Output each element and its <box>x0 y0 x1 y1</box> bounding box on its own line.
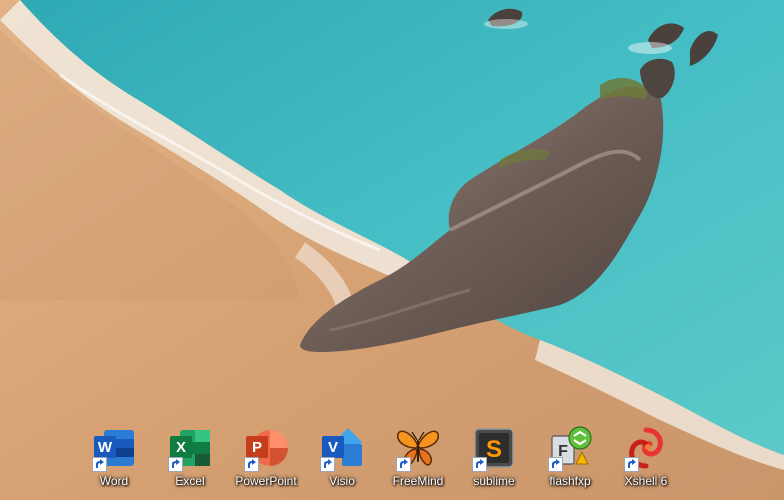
desktop-icon-row: W Word X Excel P PowerPoint V Visio Free… <box>76 420 776 496</box>
visio-icon: V <box>318 424 366 472</box>
desktop-icon-freemind[interactable]: FreeMind <box>380 420 456 496</box>
sublime-icon: S <box>470 424 518 472</box>
excel-icon: X <box>166 424 214 472</box>
shortcut-arrow-icon <box>396 457 411 472</box>
desktop-icon-label: Word <box>99 474 129 488</box>
shortcut-arrow-icon <box>320 457 335 472</box>
desktop-icon-visio[interactable]: V Visio <box>304 420 380 496</box>
desktop-icon-label: sublime <box>473 474 515 488</box>
powerpoint-icon: P <box>242 424 290 472</box>
shortcut-arrow-icon <box>472 457 487 472</box>
svg-text:V: V <box>328 439 338 456</box>
desktop-icon-label: Visio <box>329 474 355 488</box>
desktop-icon-flashfxp[interactable]: F flashfxp <box>532 420 608 496</box>
xshell-icon <box>622 424 670 472</box>
desktop-icon-label: flashfxp <box>549 474 591 488</box>
word-icon: W <box>90 424 138 472</box>
shortcut-arrow-icon <box>168 457 183 472</box>
desktop-icon-label: Xshell 6 <box>624 474 668 488</box>
shortcut-arrow-icon <box>624 457 639 472</box>
desktop-icon-label: FreeMind <box>392 474 444 488</box>
desktop-icon-xshell[interactable]: Xshell 6 <box>608 420 684 496</box>
shortcut-arrow-icon <box>548 457 563 472</box>
svg-text:X: X <box>176 439 186 456</box>
shortcut-arrow-icon <box>244 457 259 472</box>
freemind-icon <box>394 424 442 472</box>
svg-text:P: P <box>252 439 262 456</box>
desktop-icon-sublime[interactable]: S sublime <box>456 420 532 496</box>
desktop-icon-powerpoint[interactable]: P PowerPoint <box>228 420 304 496</box>
svg-text:W: W <box>98 439 113 456</box>
desktop-icon-label: Excel <box>175 474 205 488</box>
flashfxp-icon: F <box>546 424 594 472</box>
svg-text:S: S <box>486 436 502 463</box>
desktop-icon-excel[interactable]: X Excel <box>152 420 228 496</box>
desktop-icon-label: PowerPoint <box>235 474 297 488</box>
desktop-icon-word[interactable]: W Word <box>76 420 152 496</box>
shortcut-arrow-icon <box>92 457 107 472</box>
